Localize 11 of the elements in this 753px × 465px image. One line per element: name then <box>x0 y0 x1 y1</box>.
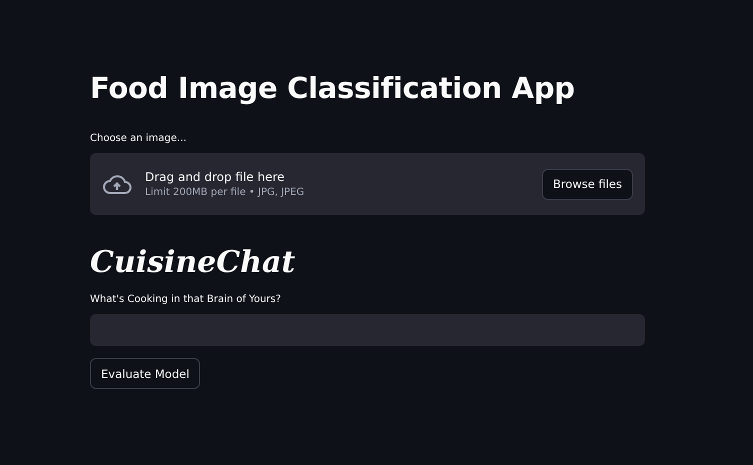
file-limit-text: Limit 200MB per file • JPG, JPEG <box>145 187 306 198</box>
uploader-label: Choose an image... <box>90 132 188 146</box>
question-input[interactable] <box>90 314 645 346</box>
dropzone-text: Drag and drop file here <box>145 170 286 184</box>
question-label: What's Cooking in that Brain of Yours? <box>90 293 282 307</box>
browse-files-button[interactable]: Browse files <box>542 168 633 200</box>
cloud-upload-icon <box>102 173 132 195</box>
chat-title: CuisineChat <box>90 244 296 282</box>
file-dropzone[interactable]: Drag and drop file here Limit 200MB per file • JPG, JPEG Browse files <box>90 153 645 215</box>
evaluate-button[interactable]: Evaluate Model <box>90 358 200 389</box>
app-title: Food Image Classification App <box>90 70 576 107</box>
